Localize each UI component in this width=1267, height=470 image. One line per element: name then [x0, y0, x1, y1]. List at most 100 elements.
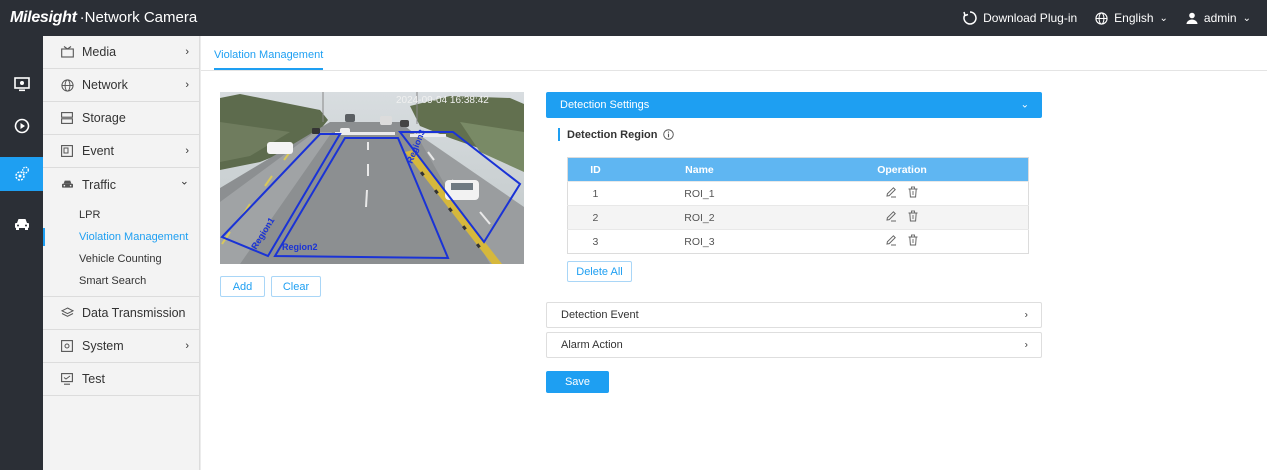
save-button[interactable]: Save — [546, 371, 609, 393]
table-header-operation: Operation — [775, 157, 1029, 182]
user-label: admin — [1203, 11, 1237, 25]
info-icon[interactable] — [663, 129, 675, 140]
tab-bar: Violation Management — [201, 36, 1267, 71]
sidebar-item-label: Event — [82, 144, 114, 158]
delete-all-button[interactable]: Delete All — [567, 261, 632, 282]
detection-region-heading: Detection Region — [558, 128, 675, 141]
detection-region-table: ID Name Operation 1 ROI_1 2 ROI_2 3 ROI_… — [567, 157, 1029, 254]
chevron-right-icon: › — [185, 145, 189, 157]
vehicle-icon — [14, 219, 29, 230]
brand-name: Milesight — [10, 9, 77, 26]
table-header-name: Name — [622, 157, 776, 182]
detection-settings-header[interactable]: Detection Settings ⌄ — [546, 92, 1042, 118]
sidebar-item-system[interactable]: System › — [43, 330, 199, 363]
edit-icon[interactable] — [885, 234, 897, 246]
clear-regions-button[interactable]: Clear — [271, 276, 321, 297]
chevron-right-icon: › — [185, 79, 189, 91]
globe-icon — [1095, 11, 1108, 25]
live-view-icon — [13, 76, 30, 91]
chevron-right-icon: › — [1024, 309, 1028, 321]
alarm-action-title: Alarm Action — [561, 339, 623, 351]
detection-event-header[interactable]: Detection Event › — [546, 302, 1042, 328]
playback-button[interactable] — [0, 109, 43, 143]
delete-icon[interactable] — [907, 186, 919, 198]
layers-icon — [59, 307, 75, 319]
row-name: ROI_1 — [622, 181, 776, 206]
app-logo: Milesight ·Network Camera — [10, 9, 197, 27]
sidebar-item-storage[interactable]: Storage — [43, 102, 199, 135]
media-icon — [59, 46, 75, 58]
detection-settings-title: Detection Settings — [560, 99, 650, 111]
region-label: Region2 — [282, 242, 318, 252]
sidebar-item-label: Storage — [82, 111, 126, 125]
main-content: Violation Management 2024-09-04 16:38:42… — [201, 36, 1267, 470]
sidebar-item-label: Data Transmission — [82, 306, 186, 320]
alarm-action-header[interactable]: Alarm Action › — [546, 332, 1042, 358]
sidebar-item-label: Traffic — [82, 177, 117, 192]
chevron-down-icon: ⌄ — [179, 175, 189, 188]
user-icon — [1186, 12, 1198, 24]
sidebar-subitem-lpr[interactable]: LPR — [43, 204, 199, 226]
download-plugin-link[interactable]: Download Plug-in — [963, 11, 1077, 25]
row-operations — [775, 205, 1029, 230]
chevron-right-icon: › — [185, 46, 189, 58]
vehicle-button[interactable] — [0, 207, 43, 241]
table-row: 2 ROI_2 — [567, 205, 1029, 230]
row-id: 3 — [567, 229, 623, 254]
delete-icon[interactable] — [907, 234, 919, 246]
section-accent-bar — [558, 128, 560, 141]
tab-violation-management[interactable]: Violation Management — [214, 49, 324, 70]
row-operations — [775, 229, 1029, 254]
test-icon — [59, 373, 75, 385]
chevron-down-icon: ⌄ — [1020, 99, 1029, 111]
sidebar-item-media[interactable]: Media › — [43, 36, 199, 69]
language-label: English — [1114, 11, 1154, 25]
row-operations — [775, 181, 1029, 206]
edit-icon[interactable] — [885, 186, 897, 198]
language-select[interactable]: English ⌄ — [1095, 11, 1168, 25]
system-icon — [59, 340, 75, 352]
chevron-right-icon: › — [1024, 339, 1028, 351]
table-row: 3 ROI_3 — [567, 229, 1029, 254]
settings-icon — [14, 166, 29, 181]
sidebar-item-network[interactable]: Network › — [43, 69, 199, 102]
live-video-preview[interactable]: 2024-09-04 16:38:42 Region1 Region2 Regi… — [220, 92, 524, 264]
table-header-id: ID — [567, 157, 623, 182]
sidebar-item-label: System — [82, 339, 124, 353]
delete-icon[interactable] — [907, 210, 919, 222]
row-id: 2 — [567, 205, 623, 230]
playback-icon — [14, 118, 29, 134]
product-name: ·Network Camera — [79, 9, 198, 26]
event-icon — [59, 145, 75, 157]
chevron-down-icon: ⌄ — [1159, 12, 1168, 24]
detection-event-title: Detection Event — [561, 309, 639, 321]
sidebar-subitem-violation-management[interactable]: Violation Management — [43, 226, 199, 248]
row-id: 1 — [567, 181, 623, 206]
sidebar-item-event[interactable]: Event › — [43, 135, 199, 168]
settings-button[interactable] — [0, 157, 43, 191]
edit-icon[interactable] — [885, 210, 897, 222]
download-plugin-label: Download Plug-in — [983, 11, 1078, 25]
sidebar-item-label: Network — [82, 78, 128, 92]
sidebar-item-label: Test — [82, 372, 105, 386]
detection-region-title: Detection Region — [567, 128, 658, 141]
car-icon — [59, 179, 75, 190]
live-view-button[interactable] — [0, 67, 43, 101]
storage-icon — [59, 112, 75, 124]
icon-rail — [0, 36, 43, 470]
top-bar: Milesight ·Network Camera Download Plug-… — [0, 0, 1267, 36]
sidebar-subitem-vehicle-counting[interactable]: Vehicle Counting — [43, 248, 199, 270]
user-menu[interactable]: admin ⌄ — [1186, 11, 1251, 25]
chevron-down-icon: ⌄ — [1242, 12, 1251, 24]
chevron-right-icon: › — [185, 340, 189, 352]
row-name: ROI_2 — [622, 205, 776, 230]
download-plugin-icon — [963, 11, 977, 25]
settings-sidebar: Media › Network › Storage Event › Traffi… — [43, 36, 200, 470]
row-name: ROI_3 — [622, 229, 776, 254]
sidebar-subitem-smart-search[interactable]: Smart Search — [43, 270, 199, 292]
sidebar-item-data-transmission[interactable]: Data Transmission — [43, 297, 199, 330]
sidebar-item-test[interactable]: Test — [43, 363, 199, 396]
video-timestamp: 2024-09-04 16:38:42 — [396, 95, 489, 106]
sidebar-item-traffic[interactable]: Traffic ⌄ — [43, 168, 199, 201]
add-region-button[interactable]: Add — [220, 276, 265, 297]
